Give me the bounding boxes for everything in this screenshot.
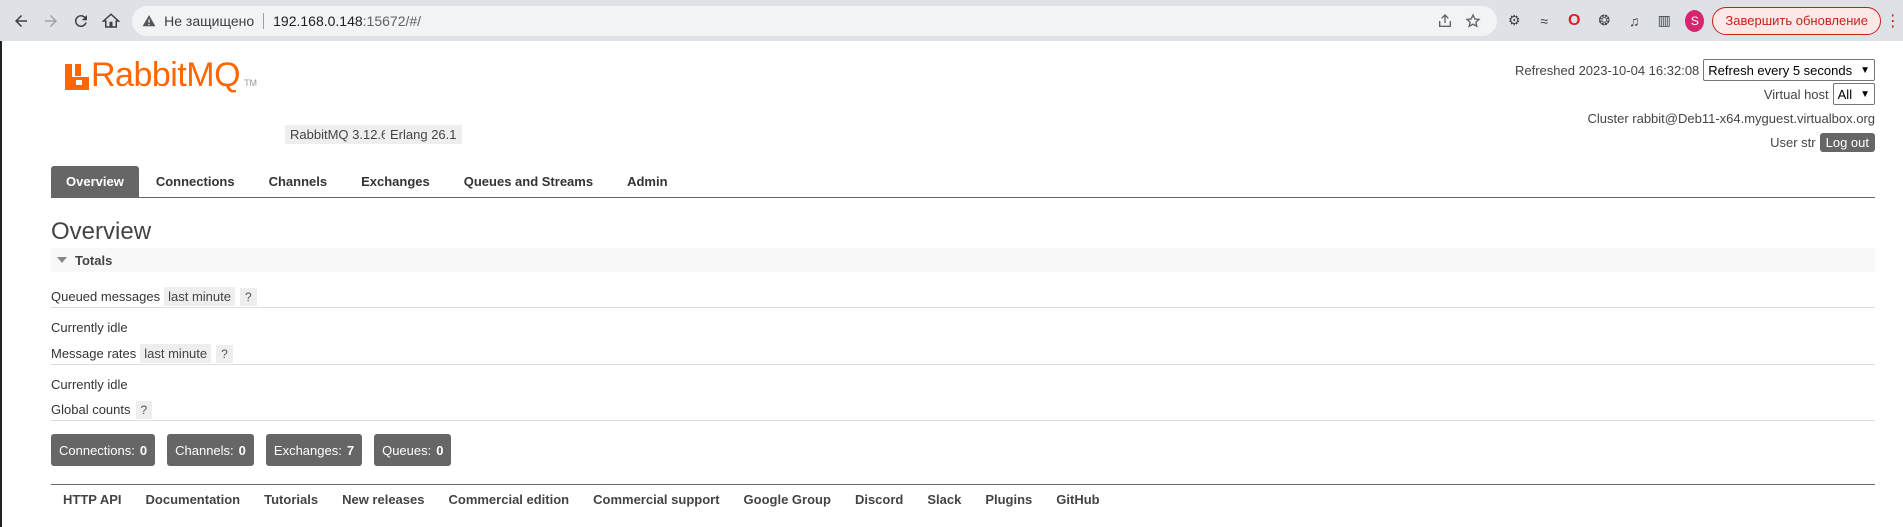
- count-label: Queues:: [382, 442, 432, 458]
- tab-exchanges[interactable]: Exchanges: [344, 166, 447, 197]
- footer-link-documentation[interactable]: Documentation: [134, 492, 253, 507]
- page: RabbitMQ TM RabbitMQ 3.12.6 Erlang 26.1 …: [0, 41, 1903, 527]
- idle-text: Currently idle: [51, 376, 128, 392]
- vhost-select-value: All: [1837, 86, 1853, 102]
- refresh-select-value: Refresh every 5 seconds: [1708, 62, 1853, 78]
- section-title: Totals: [75, 252, 113, 268]
- channels-count[interactable]: Channels: 0: [167, 434, 254, 466]
- footer-link-commercial-edition[interactable]: Commercial edition: [436, 492, 581, 507]
- footer-link-github[interactable]: GitHub: [1044, 492, 1111, 507]
- user-text: User str: [1770, 134, 1816, 150]
- menu-icon[interactable]: ⋮: [1885, 11, 1901, 31]
- puzzle-icon[interactable]: ❂: [1591, 6, 1617, 36]
- address-bar[interactable]: Не защищено 192.168.0.148:15672/#/: [132, 5, 1498, 36]
- rabbitmq-logo[interactable]: RabbitMQ TM: [65, 56, 258, 94]
- divider: [263, 12, 265, 29]
- rates-period-button[interactable]: last minute: [140, 344, 212, 363]
- queued-period-button[interactable]: last minute: [164, 287, 235, 306]
- home-icon[interactable]: [98, 6, 124, 36]
- refresh-select[interactable]: Refresh every 5 seconds ▼: [1703, 59, 1875, 81]
- message-rates-row: Message rates last minute ?: [51, 343, 1875, 365]
- forward-icon[interactable]: [38, 6, 64, 36]
- sidepanel-icon[interactable]: ▥: [1651, 6, 1677, 36]
- extension-icon-2[interactable]: ≈: [1531, 6, 1557, 36]
- extension-icon-1[interactable]: ⚙: [1501, 6, 1527, 36]
- vhost-select[interactable]: All ▼: [1832, 83, 1875, 105]
- version-badge: RabbitMQ 3.12.6: [285, 125, 394, 144]
- back-icon[interactable]: [8, 6, 34, 36]
- footer-link-discord[interactable]: Discord: [843, 492, 915, 507]
- totals-section-toggle[interactable]: Totals: [51, 248, 1875, 272]
- count-value: 7: [346, 442, 355, 458]
- global-counts: Connections: 0 Channels: 0 Exchanges: 7 Que…: [51, 434, 452, 466]
- footer-link-tutorials[interactable]: Tutorials: [252, 492, 330, 507]
- refreshed-text: Refreshed 2023-10-04 16:32:08: [1514, 62, 1700, 78]
- help-button[interactable]: ?: [216, 344, 233, 363]
- erlang-badge: Erlang 26.1: [385, 125, 462, 144]
- count-label: Exchanges:: [273, 442, 342, 458]
- tab-queues-streams[interactable]: Queues and Streams: [447, 166, 610, 197]
- exchanges-count[interactable]: Exchanges: 7: [265, 434, 363, 466]
- global-counts-row: Global counts ?: [51, 399, 1875, 421]
- idle-text: Currently idle: [51, 319, 128, 335]
- chevron-down-icon: ▼: [1860, 88, 1870, 100]
- help-button[interactable]: ?: [240, 287, 257, 306]
- queued-messages-row: Queued messages last minute ?: [51, 286, 1875, 308]
- help-button[interactable]: ?: [135, 400, 153, 419]
- queued-messages-label: Queued messages: [51, 289, 161, 304]
- url-path[interactable]: :15672/#/: [363, 13, 421, 29]
- count-label: Channels:: [175, 442, 234, 458]
- opera-icon[interactable]: O: [1561, 6, 1587, 36]
- media-icon[interactable]: ♫: [1621, 6, 1647, 36]
- count-value: 0: [238, 442, 246, 458]
- logo-text: RabbitMQ: [91, 56, 241, 94]
- connections-count[interactable]: Connections: 0: [51, 434, 156, 466]
- share-icon[interactable]: [1431, 7, 1459, 35]
- security-label[interactable]: Не защищено: [164, 13, 254, 29]
- profile-avatar[interactable]: S: [1685, 9, 1705, 32]
- main-tabs: Overview Connections Channels Exchanges …: [51, 166, 1875, 198]
- chevron-down-icon: ▼: [1860, 64, 1870, 76]
- page-title: Overview: [51, 218, 152, 245]
- tab-admin[interactable]: Admin: [610, 166, 684, 197]
- footer-links: HTTP API Documentation Tutorials New rel…: [51, 484, 1875, 507]
- cluster-text: Cluster rabbit@Deb11-x64.myguest.virtual…: [1587, 110, 1875, 126]
- vhost-label: Virtual host: [1763, 86, 1829, 102]
- rabbitmq-logo-icon: [65, 64, 89, 90]
- footer-link-commercial-support[interactable]: Commercial support: [581, 492, 731, 507]
- browser-toolbar: Не защищено 192.168.0.148:15672/#/ ⚙ ≈ O…: [0, 0, 1903, 41]
- message-rates-label: Message rates: [51, 346, 137, 361]
- footer-link-google-group[interactable]: Google Group: [732, 492, 843, 507]
- count-label: Connections:: [59, 442, 135, 458]
- tab-channels[interactable]: Channels: [252, 166, 345, 197]
- tab-overview[interactable]: Overview: [51, 166, 139, 197]
- triangle-down-icon: [57, 257, 67, 263]
- footer-link-new-releases[interactable]: New releases: [330, 492, 436, 507]
- queues-count[interactable]: Queues: 0: [374, 434, 452, 466]
- star-icon[interactable]: [1459, 7, 1487, 35]
- tab-connections[interactable]: Connections: [139, 166, 252, 197]
- warning-icon[interactable]: [142, 14, 156, 28]
- logout-button[interactable]: Log out: [1819, 132, 1875, 152]
- update-button[interactable]: Завершить обновление: [1712, 6, 1881, 35]
- count-value: 0: [436, 442, 444, 458]
- count-value: 0: [139, 442, 148, 458]
- logo-tm: TM: [244, 78, 258, 88]
- global-counts-label: Global counts: [51, 402, 131, 417]
- footer-link-slack[interactable]: Slack: [915, 492, 973, 507]
- footer-link-http-api[interactable]: HTTP API: [51, 492, 134, 507]
- reload-icon[interactable]: [68, 6, 94, 36]
- header-info: Refreshed 2023-10-04 16:32:08 Refresh ev…: [1515, 58, 1875, 154]
- footer-link-plugins[interactable]: Plugins: [973, 492, 1044, 507]
- url-host[interactable]: 192.168.0.148: [273, 13, 363, 29]
